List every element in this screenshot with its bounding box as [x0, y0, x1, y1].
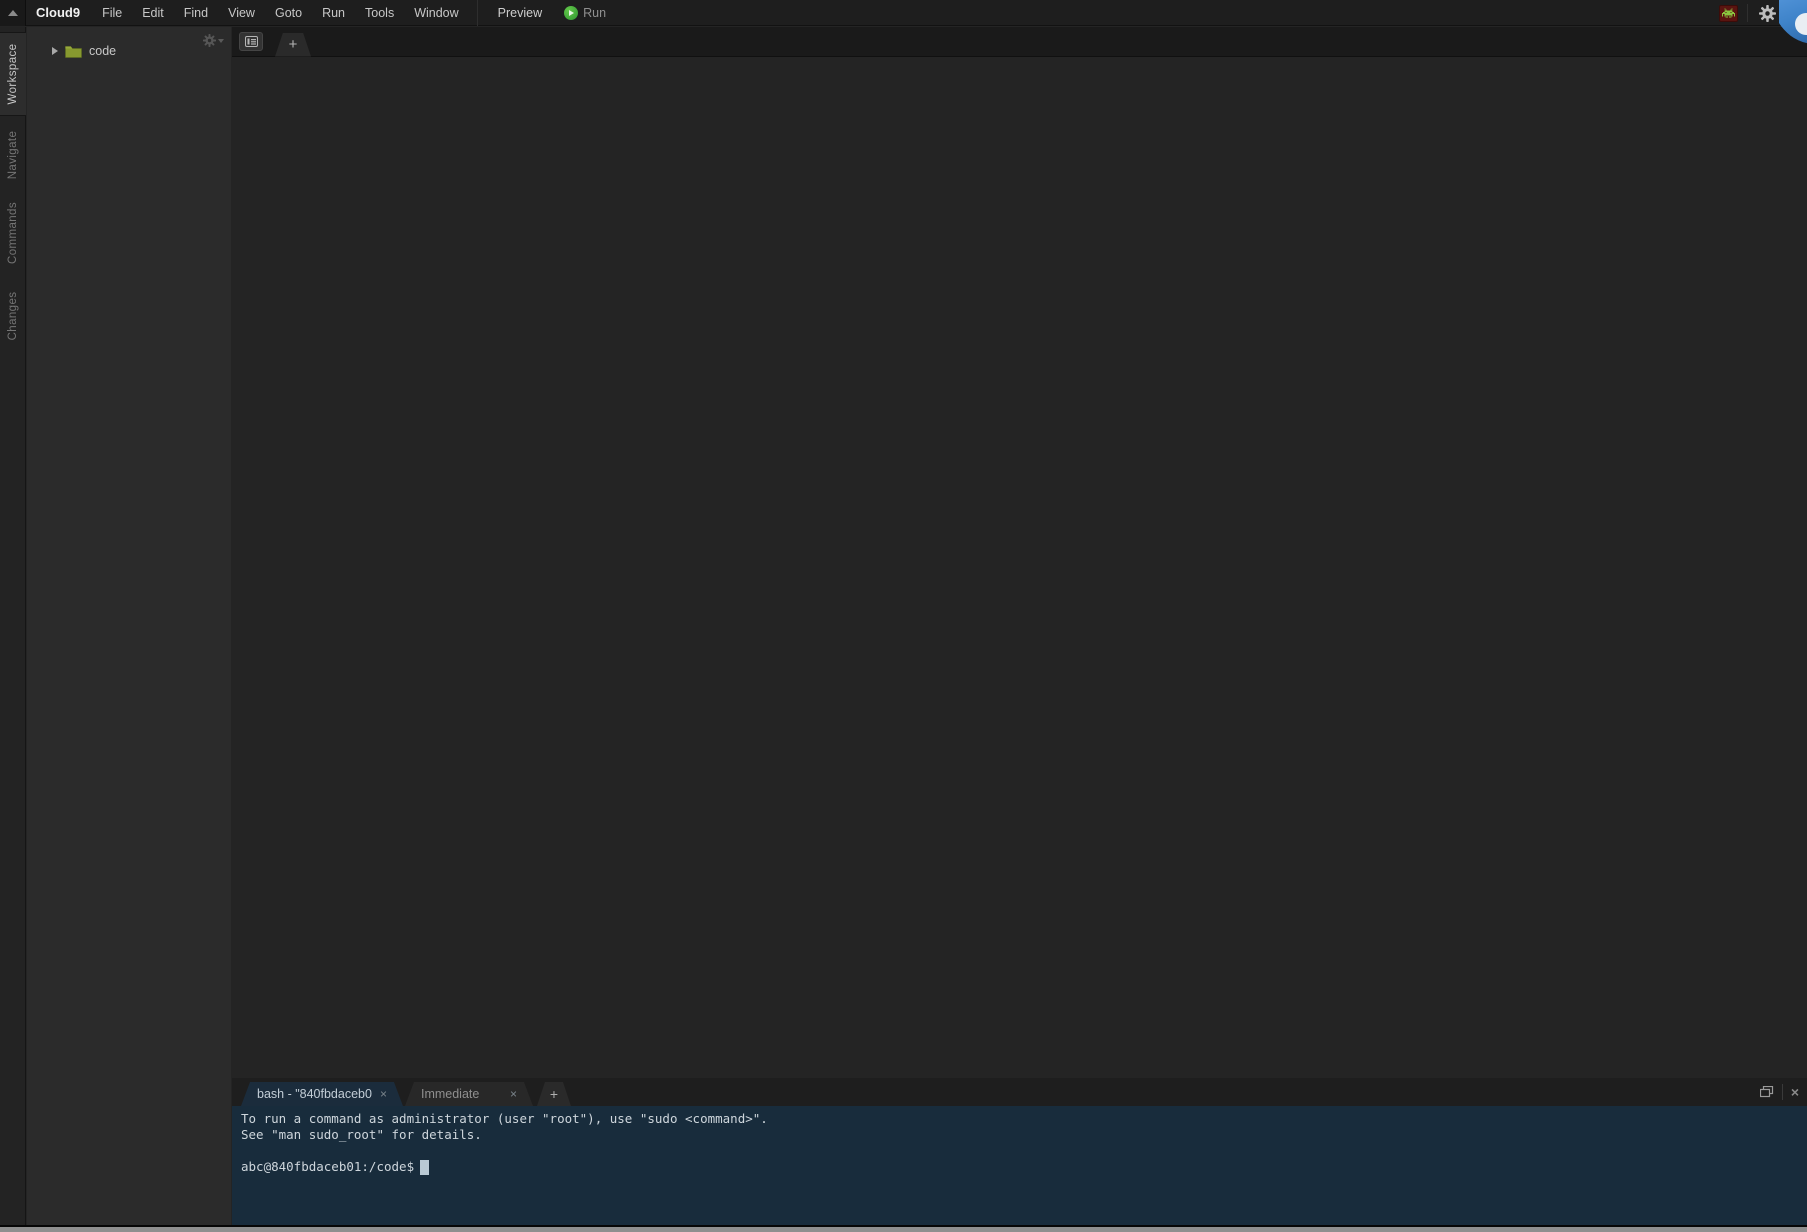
terminal-output[interactable]: To run a command as administrator (user …: [232, 1106, 1807, 1225]
folder-icon: [65, 45, 82, 58]
sidebar-tab-workspace[interactable]: Workspace: [0, 32, 26, 116]
new-editor-tab-button[interactable]: +: [275, 33, 311, 57]
run-button[interactable]: Run: [554, 6, 616, 20]
menu-goto[interactable]: Goto: [265, 0, 312, 26]
triangle-up-icon: [8, 10, 18, 16]
tree-item-label: code: [89, 44, 116, 58]
terminal-line: See "man sudo_root" for details.: [241, 1127, 1807, 1143]
terminal-prompt: abc@840fbdaceb01:/code$: [241, 1159, 414, 1175]
menu-view[interactable]: View: [218, 0, 265, 26]
editor-empty-area[interactable]: [232, 58, 1807, 1078]
window-bottom-strip: [0, 1225, 1807, 1232]
tab-list-icon[interactable]: [239, 32, 263, 51]
activity-bar: Workspace Navigate Commands Changes: [0, 27, 26, 1225]
new-console-tab-button[interactable]: +: [537, 1082, 571, 1106]
menu-tools[interactable]: Tools: [355, 0, 404, 26]
cloud9-ide-window: Cloud9 File Edit Find View Goto Run Tool…: [0, 0, 1807, 1232]
editor-region: +: [232, 27, 1807, 1078]
run-button-label: Run: [583, 6, 606, 20]
menubar-right-icons: [1719, 0, 1777, 26]
menu-find[interactable]: Find: [174, 0, 218, 26]
console-panel: bash - "840fbdaceb0 × Immediate × + × To…: [232, 1078, 1807, 1225]
preview-button[interactable]: Preview: [486, 0, 554, 26]
workspace-file-tree-panel: code: [27, 27, 231, 1225]
menu-run[interactable]: Run: [312, 0, 355, 26]
app-logo-cloud9: Cloud9: [26, 5, 92, 20]
close-panel-icon[interactable]: ×: [1791, 1084, 1799, 1100]
cloud9-corner-logo[interactable]: [1779, 0, 1807, 46]
restore-panel-icon[interactable]: [1760, 1086, 1774, 1098]
disclosure-triangle-icon[interactable]: [52, 47, 58, 55]
menu-bar: Cloud9 File Edit Find View Goto Run Tool…: [0, 0, 1807, 26]
collapse-menubar-button[interactable]: [0, 0, 26, 26]
sidebar-tab-changes[interactable]: Changes: [0, 285, 26, 347]
terminal-line: To run a command as administrator (user …: [241, 1111, 1807, 1127]
console-tab-bar: bash - "840fbdaceb0 × Immediate × + ×: [232, 1078, 1807, 1106]
console-tab-bash[interactable]: bash - "840fbdaceb0 ×: [241, 1082, 403, 1106]
menubar-separator: [477, 0, 478, 26]
debugger-bug-icon[interactable]: [1719, 5, 1738, 22]
sidebar-tab-commands[interactable]: Commands: [0, 197, 26, 269]
controls-separator: [1782, 1084, 1783, 1100]
settings-gear-icon[interactable]: [1757, 3, 1777, 23]
terminal-prompt-row: abc@840fbdaceb01:/code$: [241, 1159, 1807, 1175]
menu-file[interactable]: File: [92, 0, 132, 26]
sidebar-tab-navigate[interactable]: Navigate: [0, 125, 26, 185]
close-tab-icon[interactable]: ×: [510, 1088, 517, 1100]
tree-item-code-folder[interactable]: code: [27, 40, 231, 62]
console-tab-immediate[interactable]: Immediate ×: [405, 1082, 533, 1106]
terminal-cursor: [420, 1160, 429, 1175]
menu-window[interactable]: Window: [404, 0, 468, 26]
editor-tab-bar: +: [232, 27, 1807, 57]
console-window-controls: ×: [1760, 1078, 1799, 1106]
menu-edit[interactable]: Edit: [132, 0, 174, 26]
close-tab-icon[interactable]: ×: [380, 1088, 387, 1100]
menubar-right-separator: [1747, 4, 1748, 22]
green-play-circle-icon: [564, 6, 578, 20]
